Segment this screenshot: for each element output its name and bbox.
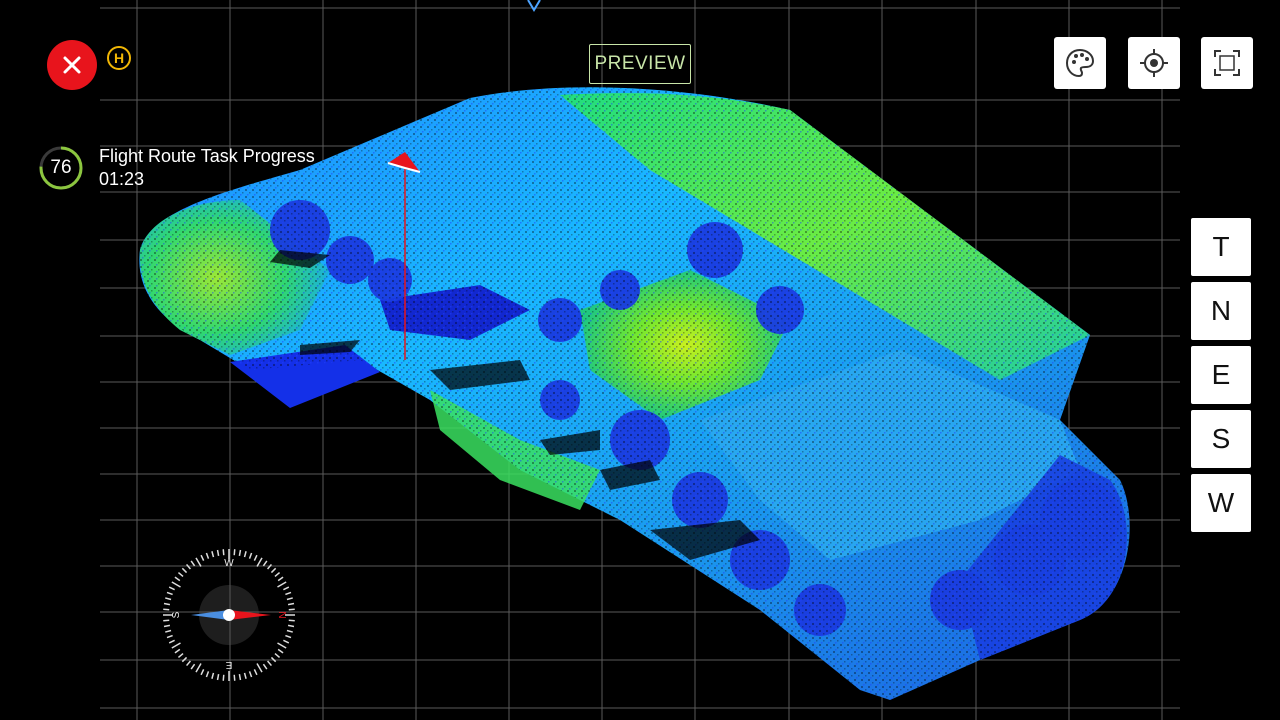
compass-tick: [190, 663, 196, 670]
compass-tick: [168, 639, 175, 644]
compass-tick: [222, 674, 225, 681]
compass-tick: [238, 673, 242, 681]
compass-tick: [283, 639, 290, 644]
close-icon: [63, 56, 81, 74]
locate-button[interactable]: [1128, 37, 1180, 89]
compass-tick: [262, 560, 268, 567]
compass: W N E S: [163, 549, 295, 681]
preview-button[interactable]: PREVIEW: [589, 44, 691, 84]
compass-label-bottom: E: [225, 659, 232, 670]
compass-tick: [168, 586, 175, 591]
compass-tick: [200, 554, 205, 561]
compass-tick: [256, 663, 263, 673]
compass-tick: [205, 552, 210, 559]
view-east-button[interactable]: E: [1191, 346, 1251, 404]
compass-tick: [163, 608, 170, 611]
compass-tick: [174, 648, 181, 654]
compass-tick: [163, 619, 170, 622]
compass-tick: [285, 591, 292, 596]
view-west-button[interactable]: W: [1191, 474, 1251, 532]
compass-tick: [288, 619, 295, 622]
compass-label-top: W: [224, 558, 234, 569]
compass-tick: [270, 567, 277, 574]
compass-tick: [171, 581, 181, 588]
view-south-button[interactable]: S: [1191, 410, 1251, 468]
compass-tick: [287, 624, 295, 628]
compass-tick: [277, 576, 284, 582]
compass-tick: [248, 552, 253, 559]
fit-view-icon: [1214, 50, 1240, 76]
progress-time: 01:23: [99, 169, 145, 189]
compass-tick: [270, 656, 277, 663]
progress-title: Flight Route Task Progress: [99, 146, 315, 166]
compass-tick: [253, 554, 258, 561]
compass-tick: [262, 663, 268, 670]
compass-tick: [177, 652, 184, 658]
compass-tick: [205, 671, 210, 678]
compass-tick: [216, 549, 220, 557]
compass-tick: [277, 581, 287, 588]
view-top-button[interactable]: T: [1191, 218, 1251, 276]
compass-tick: [181, 656, 188, 663]
compass-tick: [216, 673, 220, 681]
compass-tick: [174, 576, 181, 582]
compass-label-right: N: [276, 611, 287, 618]
compass-tick: [274, 652, 281, 658]
progress-percent: 76: [50, 157, 72, 178]
compass-tick: [165, 629, 172, 633]
compass-tick: [288, 608, 295, 611]
compass-tick: [195, 557, 202, 567]
fit-view-button[interactable]: [1201, 37, 1253, 89]
compass-tick: [171, 642, 181, 649]
locate-icon: [1140, 49, 1168, 77]
compass-tick: [165, 597, 172, 601]
compass-tick: [211, 672, 215, 679]
compass-tick: [211, 551, 215, 558]
compass-tick: [256, 557, 263, 567]
compass-tick: [195, 663, 202, 673]
compass-tick: [286, 597, 293, 601]
compass-tick: [287, 602, 295, 606]
compass-tick: [163, 624, 171, 628]
view-north-button[interactable]: N: [1191, 282, 1251, 340]
home-point-badge: H: [107, 46, 131, 70]
compass-tick: [277, 648, 284, 654]
compass-tick: [177, 572, 184, 578]
compass-tick: [190, 560, 196, 567]
compass-tick: [200, 669, 205, 676]
compass-tick: [248, 671, 253, 678]
palette-icon: [1065, 48, 1095, 78]
compass-tick: [238, 549, 242, 557]
compass-tick: [243, 551, 247, 558]
compass-tick: [274, 572, 281, 578]
compass-tick: [222, 549, 225, 556]
compass-tick: [266, 660, 272, 667]
compass-tick: [181, 567, 188, 574]
compass-tick: [233, 549, 236, 556]
compass-tick: [277, 642, 287, 649]
color-mode-button[interactable]: [1054, 37, 1106, 89]
compass-tick: [186, 563, 192, 570]
task-progress-panel: 76 Flight Route Task Progress 01:23: [38, 145, 358, 205]
compass-tick: [186, 660, 192, 667]
compass-tick: [283, 586, 290, 591]
compass-label-left: S: [171, 611, 182, 618]
compass-tick: [166, 591, 173, 596]
compass-tick: [253, 669, 258, 676]
compass-tick: [163, 602, 171, 606]
close-button[interactable]: [47, 40, 97, 90]
compass-tick: [243, 672, 247, 679]
compass-tick: [286, 629, 293, 633]
compass-tick: [166, 634, 173, 639]
compass-tick: [266, 563, 272, 570]
compass-tick: [285, 634, 292, 639]
compass-tick: [233, 674, 236, 681]
